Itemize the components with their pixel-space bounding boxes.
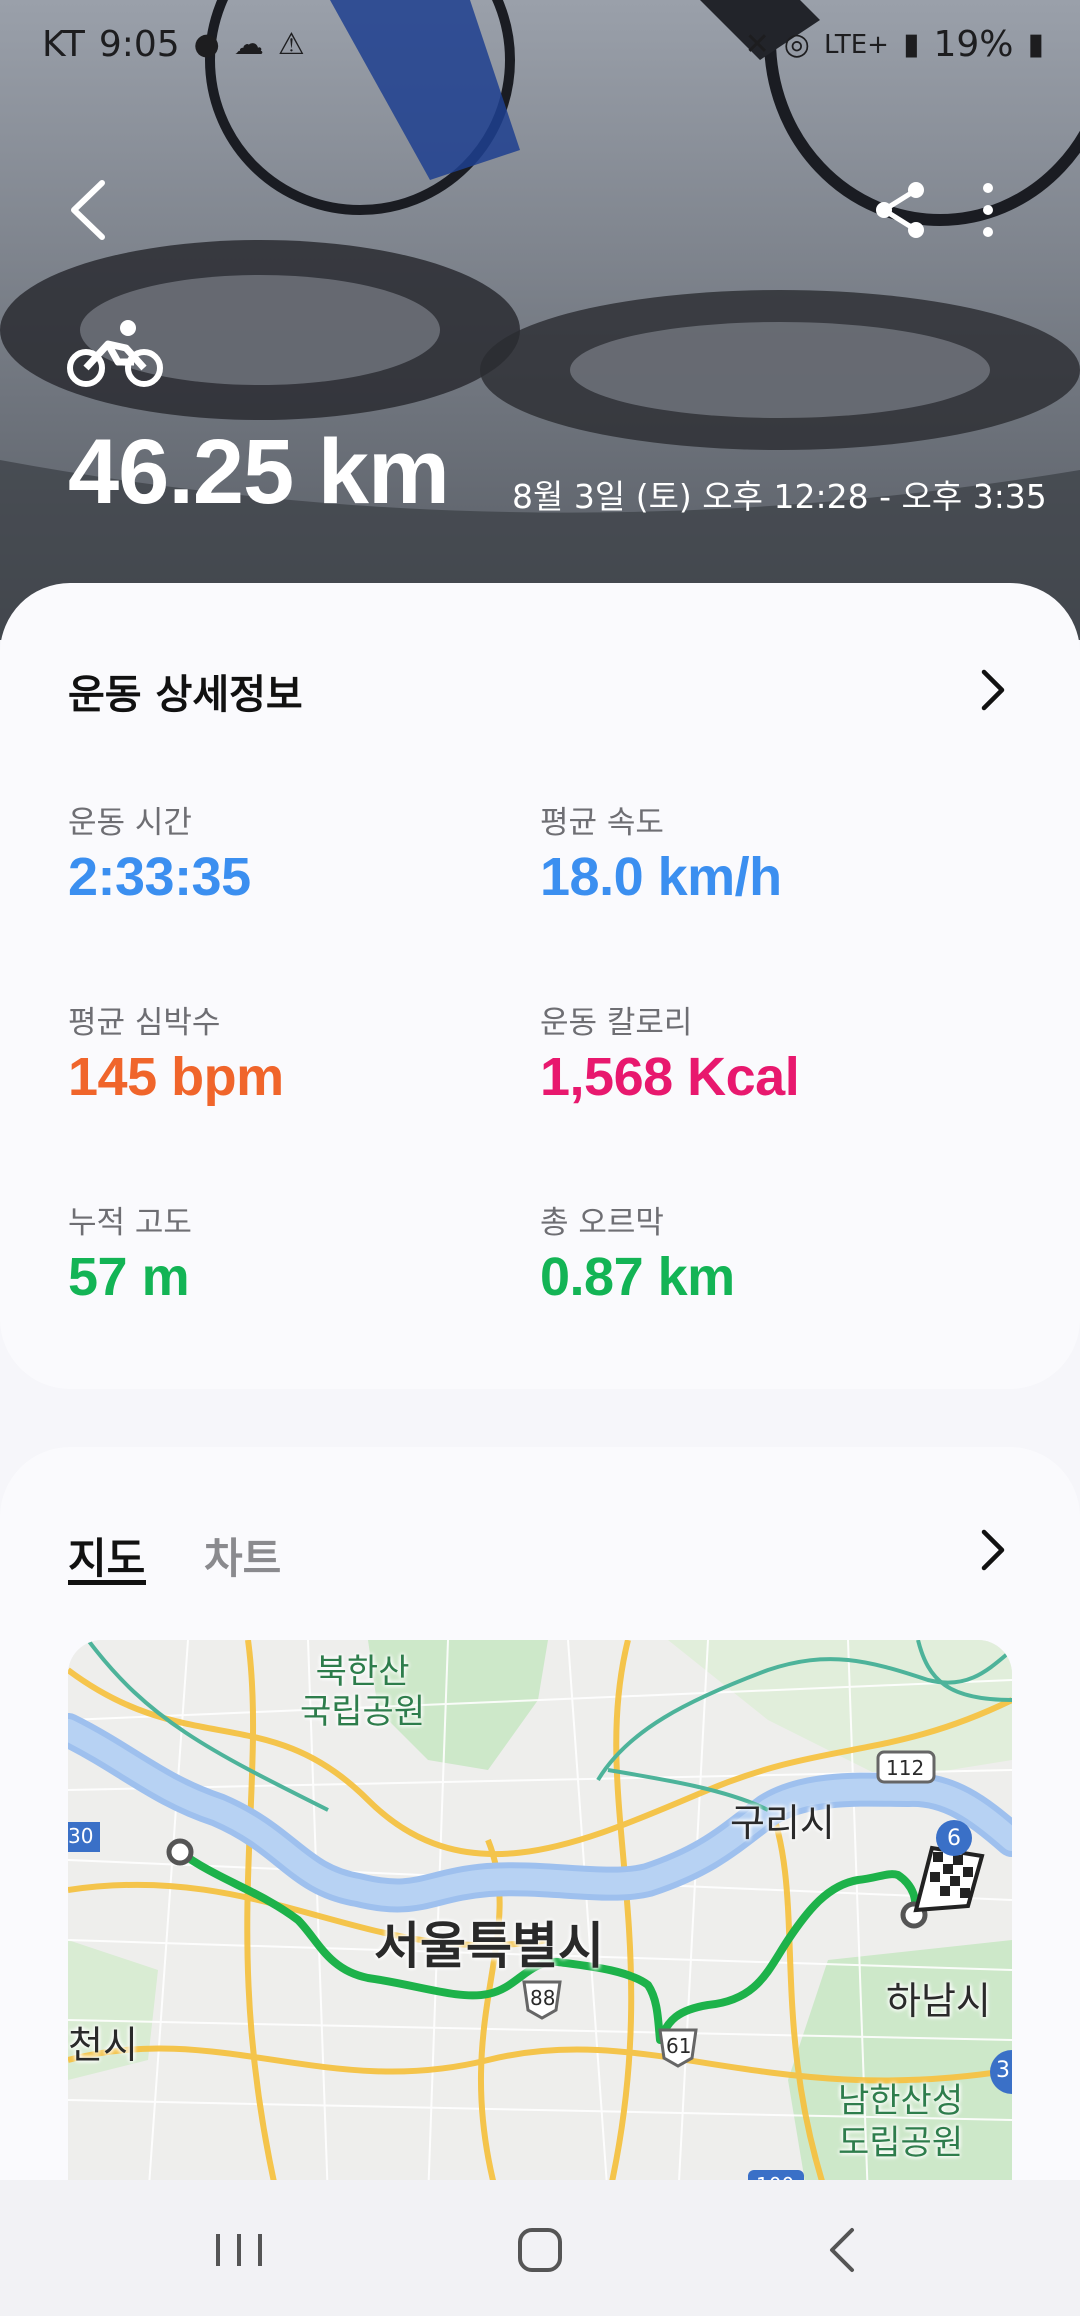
hero-banner: KT 9:05 ● ☁ ⚠ ✕ ◎ LTE+ ▮ 19% ▮ 46.25 km …: [0, 0, 1080, 640]
route-map[interactable]: 북한산 국립공원 서울특별시 구리시 하남시 남한산성 도립공원 천시 112 6 …: [68, 1640, 1012, 2200]
battery-icon: ▮: [1027, 27, 1044, 62]
route-start-marker: [166, 1838, 194, 1866]
status-bar: KT 9:05 ● ☁ ⚠ ✕ ◎ LTE+ ▮ 19% ▮: [0, 0, 1080, 90]
road-label-112: 112: [886, 1756, 925, 1780]
metric-label-calories: 운동 칼로리: [540, 1005, 693, 1041]
map-label-namhansanseong: 남한산성 도립공원: [838, 2081, 964, 2163]
workout-detail-screen: KT 9:05 ● ☁ ⚠ ✕ ◎ LTE+ ▮ 19% ▮ 46.25 km …: [0, 0, 1080, 2316]
hd-icon: ◎: [783, 27, 810, 62]
metric-value-avg-speed: 18.0 km/h: [540, 847, 782, 907]
chat-icon: ●: [193, 27, 220, 62]
tab-map[interactable]: 지도: [68, 1525, 145, 1586]
details-title: 운동 상세정보: [68, 672, 303, 718]
active-tab-indicator: [68, 1580, 146, 1585]
metric-label-duration: 운동 시간: [68, 805, 192, 841]
back-icon[interactable]: [808, 2220, 878, 2280]
home-icon[interactable]: [505, 2220, 575, 2280]
road-label-61: 61: [666, 2034, 692, 2058]
metric-value-duration: 2:33:35: [68, 847, 251, 907]
system-navigation-bar: [0, 2180, 1080, 2316]
workout-date-range: 8월 3일 (토) 오후 12:28 - 오후 3:35: [512, 477, 1047, 516]
tab-chart[interactable]: 차트: [204, 1525, 281, 1586]
mute-icon: ✕: [744, 27, 770, 62]
recent-apps-icon[interactable]: [204, 2220, 274, 2280]
share-icon[interactable]: [872, 180, 928, 240]
metric-value-total-uphill: 0.87 km: [540, 1247, 735, 1307]
total-distance: 46.25 km: [68, 421, 450, 523]
more-options-icon[interactable]: [970, 180, 1006, 240]
metric-label-avg-speed: 평균 속도: [540, 805, 664, 841]
road-label-3: 3: [996, 2058, 1010, 2083]
map-label-seoul: 서울특별시: [374, 1917, 604, 1975]
warning-icon: ⚠: [277, 27, 305, 62]
metric-value-elevation-gain: 57 m: [68, 1247, 190, 1307]
map-label-hanam: 하남시: [886, 1979, 991, 2023]
metric-value-calories: 1,568 Kcal: [540, 1047, 800, 1107]
cloud-icon: ☁: [233, 27, 264, 62]
battery-level: 19%: [933, 24, 1014, 65]
road-label-30: 30: [68, 1824, 94, 1848]
network-type: LTE+: [823, 29, 889, 60]
metric-value-avg-heart-rate: 145 bpm: [68, 1047, 284, 1107]
bicycle-icon: [67, 320, 163, 387]
metric-label-total-uphill: 총 오르막: [540, 1205, 664, 1241]
details-chevron-right-icon[interactable]: [978, 668, 1008, 712]
map-chevron-right-icon[interactable]: [978, 1528, 1008, 1572]
map-label-bukhansan: 북한산 국립공원: [300, 1652, 426, 1732]
metric-label-elevation-gain: 누적 고도: [68, 1205, 192, 1241]
road-label-88: 88: [530, 1986, 556, 2010]
map-label-cheonsi: 천시: [68, 2023, 138, 2067]
back-arrow-icon[interactable]: [62, 175, 118, 245]
map-label-guri: 구리시: [730, 1801, 835, 1845]
clock: 9:05: [98, 24, 180, 65]
carrier-label: KT: [42, 24, 85, 65]
metric-label-avg-heart-rate: 평균 심박수: [68, 1005, 221, 1041]
road-label-6: 6: [947, 1826, 961, 1851]
signal-icon: ▮: [902, 27, 920, 62]
